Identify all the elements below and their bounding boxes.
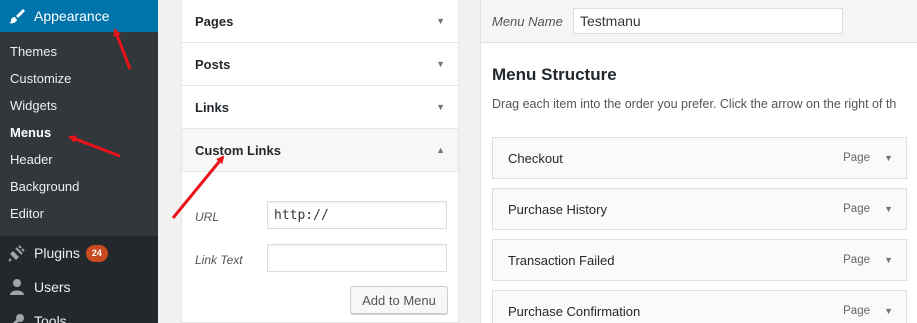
chevron-down-icon: ▼ [436, 102, 445, 112]
plugins-update-badge: 24 [85, 244, 108, 262]
add-to-menu-button[interactable]: Add to Menu [350, 286, 448, 314]
chevron-down-icon[interactable]: ▼ [884, 204, 893, 214]
menu-item[interactable]: Transaction Failed Page ▼ [492, 239, 907, 281]
menu-item-title: Purchase Confirmation [508, 303, 641, 319]
chevron-down-icon[interactable]: ▼ [884, 306, 893, 316]
menu-item-type: Page [843, 152, 870, 164]
url-label: URL [195, 210, 220, 224]
accordion-custom-links[interactable]: Custom Links ▲ [182, 129, 458, 172]
url-input[interactable] [267, 201, 447, 229]
link-text-input[interactable] [267, 244, 447, 272]
accordion-pages[interactable]: Pages ▼ [182, 0, 458, 43]
accordion-pages-title: Pages [195, 13, 234, 29]
appearance-submenu: Themes Customize Widgets Menus Header Ba… [0, 32, 158, 236]
menu-name-label: Menu Name [492, 14, 563, 29]
paintbrush-icon [0, 7, 34, 25]
add-menu-items-panel: Pages ▼ Posts ▼ Links ▼ Custom Links ▲ U… [181, 0, 459, 323]
menu-appearance[interactable]: Appearance [0, 0, 158, 32]
submenu-widgets[interactable]: Widgets [0, 92, 158, 119]
menu-users-label: Users [34, 279, 71, 295]
menu-name-input[interactable] [573, 8, 843, 34]
menu-item-type: Page [843, 254, 870, 266]
menu-tools[interactable]: Tools [0, 304, 158, 323]
menu-plugins[interactable]: Plugins 24 [0, 236, 158, 270]
menu-item-title: Purchase History [508, 201, 607, 217]
menu-item-type: Page [843, 203, 870, 215]
menu-item-title: Checkout [508, 150, 563, 166]
accordion-links-title: Links [195, 99, 229, 115]
submenu-header[interactable]: Header [0, 146, 158, 173]
submenu-editor[interactable]: Editor [0, 200, 158, 227]
plugin-icon [0, 244, 34, 262]
users-icon [0, 278, 34, 296]
menu-item-type: Page [843, 305, 870, 317]
menu-item[interactable]: Checkout Page ▼ [492, 137, 907, 179]
custom-links-body: URL Link Text Add to Menu [182, 172, 458, 323]
menu-item-title: Transaction Failed [508, 252, 615, 268]
menu-header: Menu Name [481, 0, 917, 43]
accordion-posts[interactable]: Posts ▼ [182, 43, 458, 86]
chevron-down-icon: ▼ [436, 16, 445, 26]
menu-item[interactable]: Purchase Confirmation Page ▼ [492, 290, 907, 323]
wrench-icon [0, 312, 34, 323]
submenu-themes[interactable]: Themes [0, 38, 158, 65]
menu-plugins-label: Plugins [34, 245, 80, 261]
menu-management: Menu Name Menu Structure Drag each item … [480, 0, 917, 323]
chevron-down-icon[interactable]: ▼ [884, 153, 893, 163]
menu-appearance-label: Appearance [34, 8, 110, 24]
submenu-background[interactable]: Background [0, 173, 158, 200]
menu-tools-label: Tools [34, 313, 67, 323]
chevron-down-icon[interactable]: ▼ [884, 255, 893, 265]
chevron-down-icon: ▼ [436, 59, 445, 69]
menu-structure-title: Menu Structure [492, 65, 617, 84]
menu-item[interactable]: Purchase History Page ▼ [492, 188, 907, 230]
submenu-customize[interactable]: Customize [0, 65, 158, 92]
submenu-menus[interactable]: Menus [0, 119, 158, 146]
menu-users[interactable]: Users [0, 270, 158, 304]
link-text-label: Link Text [195, 253, 243, 267]
accordion-links[interactable]: Links ▼ [182, 86, 458, 129]
menu-structure-description: Drag each item into the order you prefer… [492, 97, 897, 111]
chevron-up-icon: ▲ [436, 145, 445, 155]
accordion-posts-title: Posts [195, 56, 231, 72]
accordion-custom-links-title: Custom Links [195, 142, 281, 158]
admin-sidebar: Appearance Themes Customize Widgets Menu… [0, 0, 158, 323]
